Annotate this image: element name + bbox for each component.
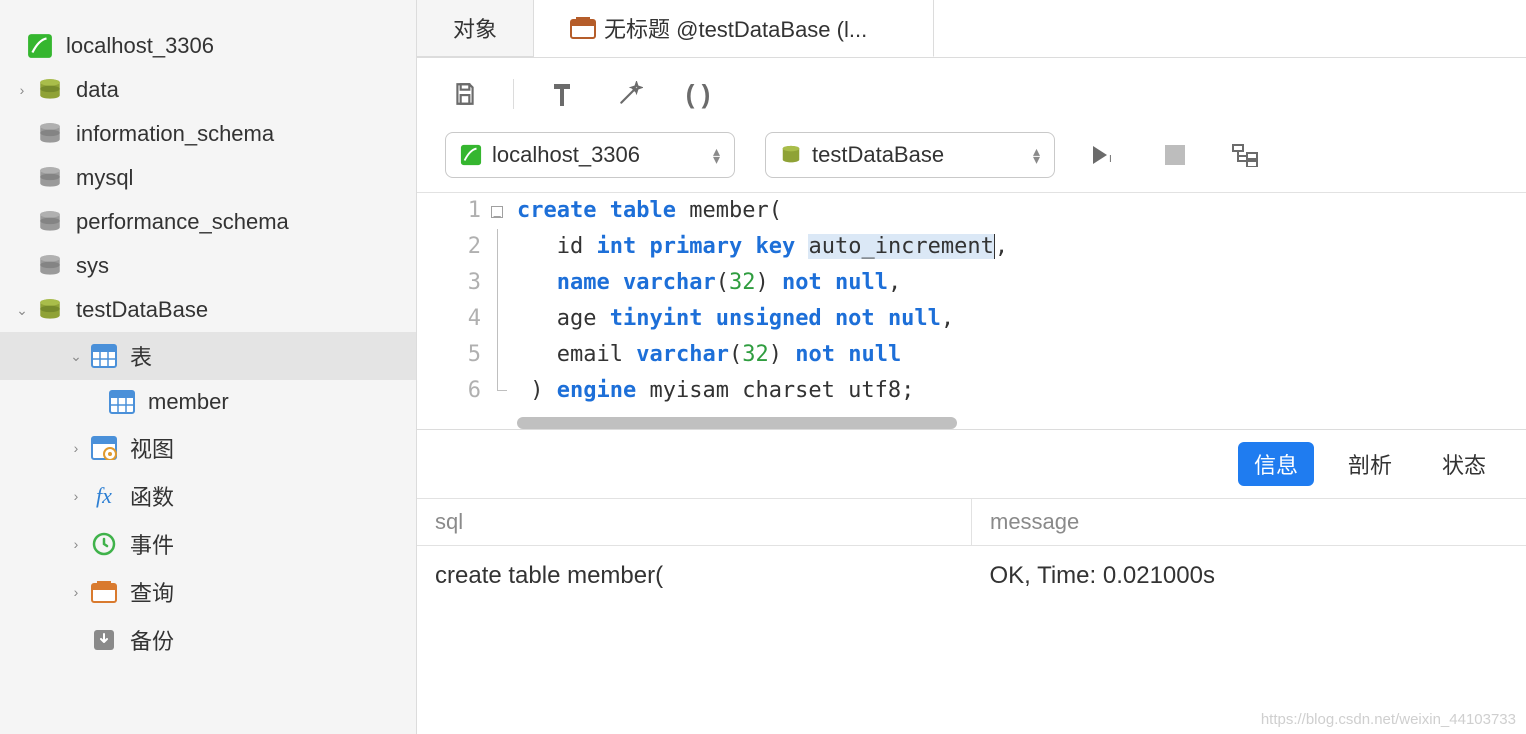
db-label: information_schema [76, 121, 274, 147]
database-node-performance-schema[interactable]: performance_schema [0, 200, 416, 244]
clock-icon [88, 530, 120, 558]
cell-sql: create table member( [417, 562, 972, 590]
connection-icon [460, 144, 482, 166]
database-icon [34, 164, 66, 192]
result-tab-profile[interactable]: 剖析 [1332, 442, 1408, 486]
results-panel: 信息 剖析 状态 sql message create table member… [417, 429, 1526, 734]
tab-query[interactable]: 无标题 @testDataBase (l... [534, 0, 934, 57]
database-picker[interactable]: testDataBase ▴▾ [765, 132, 1055, 178]
stop-button[interactable] [1155, 135, 1195, 175]
picker-value: localhost_3306 [492, 142, 640, 168]
folder-label: 函数 [130, 480, 174, 512]
folder-label: 备份 [130, 624, 174, 656]
chevron-down-icon: ⌄ [64, 348, 88, 365]
db-label: sys [76, 253, 109, 279]
queries-folder[interactable]: › 查询 [0, 568, 416, 616]
separator [513, 79, 514, 109]
stepper-icon: ▴▾ [713, 147, 720, 163]
tables-folder[interactable]: ⌄ 表 [0, 332, 416, 380]
database-icon [34, 208, 66, 236]
query-icon [88, 578, 120, 606]
chevron-right-icon: › [64, 488, 88, 504]
tab-label: 对象 [453, 12, 497, 44]
functions-folder[interactable]: › fx 函数 [0, 472, 416, 520]
watermark: https://blog.csdn.net/weixin_44103733 [1261, 711, 1516, 728]
cell-message: OK, Time: 0.021000s [972, 562, 1526, 590]
backups-folder[interactable]: 备份 [0, 616, 416, 664]
database-node-mysql[interactable]: mysql [0, 156, 416, 200]
database-icon [34, 120, 66, 148]
svg-text:I: I [1109, 154, 1112, 165]
connection-node[interactable]: localhost_3306 [0, 24, 416, 68]
folder-label: 视图 [130, 432, 174, 464]
database-node-data[interactable]: › data [0, 68, 416, 112]
database-node-testdatabase[interactable]: ⌄ testDataBase [0, 288, 416, 332]
save-button[interactable] [445, 74, 485, 114]
parentheses-button[interactable]: ( ) [678, 74, 718, 114]
table-label: member [148, 389, 229, 415]
events-folder[interactable]: › 事件 [0, 520, 416, 568]
editor-tabs: 对象 无标题 @testDataBase (l... [417, 0, 1526, 58]
chevron-right-icon: › [10, 82, 34, 98]
table-node-member[interactable]: member [0, 380, 416, 424]
connection-icon [24, 32, 56, 60]
query-params: localhost_3306 ▴▾ testDataBase ▴▾ I [417, 124, 1526, 192]
toolbar: ( ) [417, 58, 1526, 124]
backup-icon [88, 626, 120, 654]
database-node-information-schema[interactable]: information_schema [0, 112, 416, 156]
database-icon [34, 296, 66, 324]
chevron-right-icon: › [64, 584, 88, 600]
tab-label: 无标题 @testDataBase (l... [604, 12, 867, 44]
views-folder[interactable]: › 视图 [0, 424, 416, 472]
run-button[interactable]: I [1085, 135, 1125, 175]
tab-objects[interactable]: 对象 [417, 0, 534, 57]
db-label: mysql [76, 165, 133, 191]
folder-label: 事件 [130, 528, 174, 560]
query-tab-icon [570, 16, 596, 40]
result-tab-status[interactable]: 状态 [1426, 442, 1502, 486]
db-label: data [76, 77, 119, 103]
beautify-button[interactable] [610, 74, 650, 114]
chevron-right-icon: › [64, 536, 88, 552]
folder-label: 查询 [130, 576, 174, 608]
horizontal-scrollbar[interactable] [517, 417, 957, 429]
col-message: message [972, 499, 1526, 545]
result-tabs: 信息 剖析 状态 [417, 430, 1526, 498]
sql-editor[interactable]: 1create table member(2 id int primary ke… [417, 192, 1526, 409]
table-icon [88, 342, 120, 370]
result-tab-info[interactable]: 信息 [1238, 442, 1314, 486]
format-button[interactable] [542, 74, 582, 114]
db-label: testDataBase [76, 297, 208, 323]
view-icon [88, 434, 120, 462]
chevron-right-icon: › [64, 440, 88, 456]
explain-button[interactable] [1225, 135, 1265, 175]
connection-tree[interactable]: localhost_3306 › data information_schema… [0, 0, 417, 734]
connection-picker[interactable]: localhost_3306 ▴▾ [445, 132, 735, 178]
picker-value: testDataBase [812, 142, 944, 168]
function-icon: fx [88, 482, 120, 510]
folder-label: 表 [130, 340, 152, 372]
database-icon [34, 76, 66, 104]
db-label: performance_schema [76, 209, 289, 235]
database-icon [780, 144, 802, 166]
stepper-icon: ▴▾ [1033, 147, 1040, 163]
database-node-sys[interactable]: sys [0, 244, 416, 288]
database-icon [34, 252, 66, 280]
table-icon [106, 388, 138, 416]
result-row[interactable]: create table member( OK, Time: 0.021000s [417, 546, 1526, 606]
col-sql: sql [417, 499, 972, 545]
main-panel: 对象 无标题 @testDataBase (l... ( ) localhost… [417, 0, 1526, 734]
chevron-down-icon: ⌄ [10, 302, 34, 319]
result-header: sql message [417, 498, 1526, 546]
connection-label: localhost_3306 [66, 33, 214, 59]
